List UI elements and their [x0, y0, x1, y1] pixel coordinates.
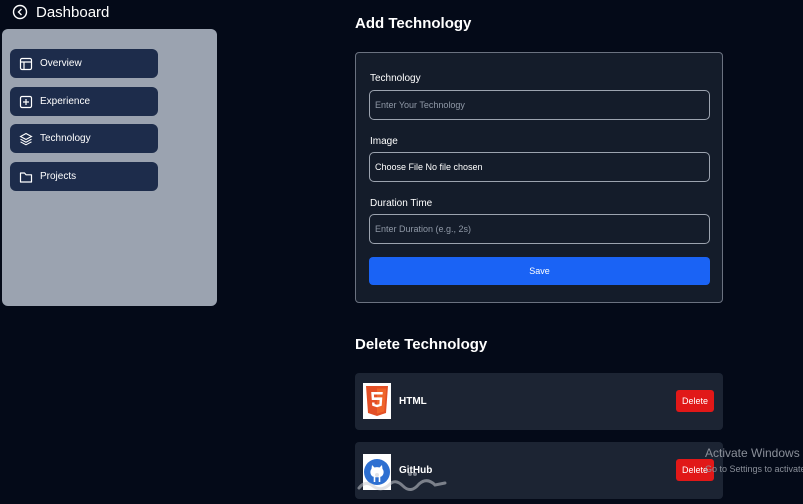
duration-label: Duration Time: [370, 198, 433, 209]
activate-windows-subtitle: Go to Settings to activate Windows.: [705, 464, 803, 474]
save-button[interactable]: Save: [369, 257, 710, 285]
duration-input[interactable]: [375, 224, 709, 234]
add-technology-form: Technology Image Choose File No file cho…: [355, 52, 723, 303]
sidebar-item-label: Overview: [40, 58, 82, 69]
sidebar-item-projects[interactable]: Projects: [10, 162, 158, 191]
delete-button[interactable]: Delete: [676, 390, 714, 412]
plus-square-icon: [19, 95, 33, 109]
technology-input[interactable]: [375, 100, 709, 110]
sidebar-item-experience[interactable]: Experience: [10, 87, 158, 116]
delete-technology-heading: Delete Technology: [355, 336, 488, 353]
arrow-left-circle-icon[interactable]: [12, 4, 28, 20]
sidebar-item-label: Experience: [40, 96, 91, 107]
html5-logo-icon: [363, 383, 391, 419]
folder-icon: [19, 170, 33, 184]
add-technology-heading: Add Technology: [355, 15, 472, 32]
sidebar-item-label: Technology: [40, 133, 91, 144]
technology-row-html: HTML Delete: [355, 373, 723, 430]
image-file-input[interactable]: Choose File No file chosen: [369, 152, 710, 182]
image-label: Image: [370, 136, 398, 147]
technology-field[interactable]: [369, 90, 710, 120]
site-watermark-logo: [355, 468, 450, 498]
dashboard-header: Dashboard: [12, 2, 109, 22]
sidebar: Overview Experience Technology Projects: [2, 29, 217, 306]
page-title: Dashboard: [36, 3, 110, 21]
technology-name: HTML: [399, 396, 427, 407]
sidebar-item-label: Projects: [40, 171, 77, 182]
layers-icon: [19, 132, 33, 146]
activate-windows-title: Activate Windows: [705, 446, 800, 460]
technology-label: Technology: [370, 73, 421, 84]
duration-field[interactable]: [369, 214, 710, 244]
sidebar-item-technology[interactable]: Technology: [10, 124, 158, 153]
sidebar-item-overview[interactable]: Overview: [10, 49, 158, 78]
layout-icon: [19, 57, 33, 71]
